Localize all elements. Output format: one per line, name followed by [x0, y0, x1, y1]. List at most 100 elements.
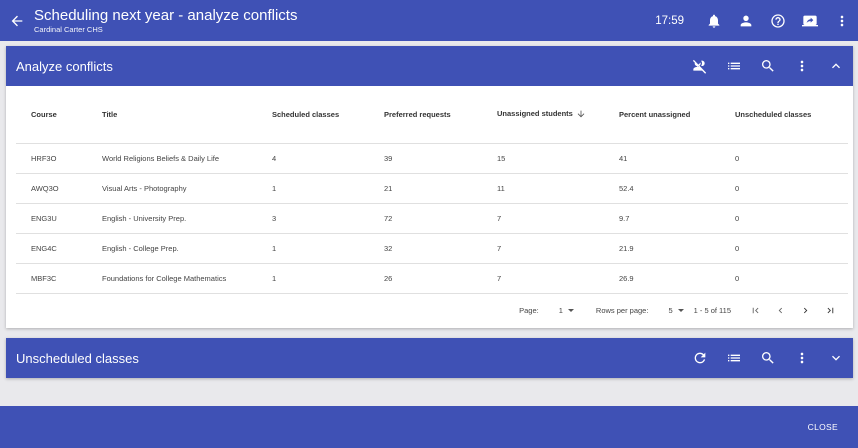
- search-button[interactable]: [751, 341, 785, 375]
- notifications-button[interactable]: [698, 5, 730, 37]
- page-label: Page:: [519, 306, 539, 315]
- conflicts-table: Course Title Scheduled classes Preferred…: [16, 86, 848, 294]
- school-name: Cardinal Carter CHS: [34, 25, 103, 35]
- chevron-up-icon: [832, 63, 840, 69]
- refresh-button[interactable]: [683, 341, 717, 375]
- panel-more-button[interactable]: [785, 49, 819, 83]
- course-cell: MBF3C: [16, 263, 87, 294]
- more-vert-icon: [800, 60, 804, 72]
- column-header-sorted[interactable]: Unassigned students: [482, 86, 604, 144]
- column-header[interactable]: Scheduled classes: [257, 86, 369, 144]
- search-icon: [762, 60, 774, 72]
- expand-button[interactable]: [819, 341, 853, 375]
- list-view-button[interactable]: [717, 49, 751, 83]
- percent-cell: 26.9: [604, 263, 720, 294]
- rows-per-page-label: Rows per page:: [595, 306, 649, 315]
- screen-share-icon: [802, 15, 818, 26]
- course-cell: ENG3U: [16, 203, 87, 234]
- help-button[interactable]: [762, 5, 794, 37]
- column-header[interactable]: Title: [87, 86, 257, 144]
- clock: 17:59: [655, 14, 684, 27]
- scheduled-cell: 1: [257, 173, 369, 204]
- column-header[interactable]: Unscheduled classes: [720, 86, 848, 144]
- course-cell: ENG4C: [16, 233, 87, 264]
- preferred-cell: 72: [369, 203, 482, 234]
- unscheduled-classes-header[interactable]: Unscheduled classes: [6, 338, 853, 378]
- page-select[interactable]: 1: [559, 306, 574, 315]
- title-cell: Foundations for College Mathematics: [87, 263, 257, 294]
- percent-cell: 21.9: [604, 233, 720, 264]
- help-icon: [771, 13, 785, 28]
- percent-cell: 41: [604, 143, 720, 174]
- unscheduled-cell: 0: [720, 203, 848, 234]
- title-cell: English - University Prep.: [87, 203, 257, 234]
- unassigned-cell: 7: [482, 263, 604, 294]
- analyze-conflicts-header: Analyze conflicts: [6, 46, 853, 86]
- preferred-cell: 32: [369, 233, 482, 264]
- app-titles: Scheduling next year - analyze conflicts…: [34, 7, 297, 34]
- more-vert-icon: [800, 352, 804, 364]
- column-header-label: Unassigned students: [497, 109, 573, 119]
- preferred-cell: 21: [369, 173, 482, 204]
- table-row[interactable]: HRF3O World Religions Beliefs & Daily Li…: [16, 143, 848, 174]
- dropdown-caret-icon: [677, 309, 684, 312]
- last-page-icon: [827, 307, 834, 314]
- screen-share-button[interactable]: [794, 5, 826, 37]
- column-header[interactable]: Percent unassigned: [604, 86, 720, 144]
- page-range: 1 - 5 of 115: [693, 306, 731, 315]
- page-value: 1: [558, 306, 563, 315]
- first-page-button[interactable]: [743, 298, 768, 323]
- first-page-icon: [752, 307, 759, 314]
- preferred-cell: 39: [369, 143, 482, 174]
- unscheduled-cell: 0: [720, 233, 848, 264]
- column-header[interactable]: Preferred requests: [369, 86, 482, 144]
- list-icon: [728, 354, 740, 362]
- page-title: Scheduling next year - analyze conflicts: [34, 7, 298, 25]
- unassigned-cell: 11: [482, 173, 604, 204]
- collapse-button[interactable]: [819, 49, 853, 83]
- analyze-conflicts-title: Analyze conflicts: [16, 58, 113, 74]
- table-row[interactable]: AWQ3O Visual Arts - Photography 1 21 11 …: [16, 173, 848, 204]
- rows-per-page-value: 5: [668, 306, 673, 315]
- dialog-footer: CLOSE: [0, 406, 858, 448]
- unscheduled-classes-title: Unscheduled classes: [16, 350, 139, 366]
- app-bar: Scheduling next year - analyze conflicts…: [0, 0, 858, 41]
- next-page-button[interactable]: [793, 298, 818, 323]
- hide-assigned-button[interactable]: [683, 49, 717, 83]
- unassigned-cell: 15: [482, 143, 604, 174]
- unscheduled-cell: 0: [720, 263, 848, 294]
- table-row[interactable]: ENG3U English - University Prep. 3 72 7 …: [16, 203, 848, 234]
- unscheduled-cell: 0: [720, 143, 848, 174]
- more-vert-icon: [840, 15, 844, 26]
- table-row[interactable]: ENG4C English - College Prep. 1 32 7 21.…: [16, 233, 848, 264]
- close-button[interactable]: CLOSE: [808, 422, 838, 432]
- back-button[interactable]: [0, 0, 34, 41]
- panel-more-button[interactable]: [785, 341, 819, 375]
- previous-page-button[interactable]: [768, 298, 793, 323]
- arrow-down-icon: [577, 110, 585, 118]
- table-header-row: Course Title Scheduled classes Preferred…: [16, 86, 848, 144]
- dropdown-caret-icon: [567, 309, 574, 312]
- table-pagination: Page: 1 Rows per page: 5 1 - 5 of 115: [6, 294, 853, 328]
- title-cell: English - College Prep.: [87, 233, 257, 264]
- title-cell: Visual Arts - Photography: [87, 173, 257, 204]
- course-cell: HRF3O: [16, 143, 87, 174]
- scheduled-cell: 1: [257, 233, 369, 264]
- unscheduled-classes-panel: Unscheduled classes: [6, 338, 853, 378]
- course-cell: AWQ3O: [16, 173, 87, 204]
- chevron-left-icon: [778, 307, 783, 314]
- arrow-back-icon: [11, 15, 23, 26]
- search-button[interactable]: [751, 49, 785, 83]
- list-view-button[interactable]: [717, 341, 751, 375]
- table-row[interactable]: MBF3C Foundations for College Mathematic…: [16, 263, 848, 294]
- title-cell: World Religions Beliefs & Daily Life: [87, 143, 257, 174]
- more-menu-button[interactable]: [826, 5, 858, 37]
- bell-icon: [708, 14, 720, 28]
- search-icon: [762, 352, 774, 364]
- account-button[interactable]: [730, 5, 762, 37]
- rows-per-page-select[interactable]: 5: [668, 306, 684, 315]
- person-off-icon: [692, 59, 707, 74]
- column-header[interactable]: Course: [16, 86, 87, 144]
- last-page-button[interactable]: [818, 298, 843, 323]
- preferred-cell: 26: [369, 263, 482, 294]
